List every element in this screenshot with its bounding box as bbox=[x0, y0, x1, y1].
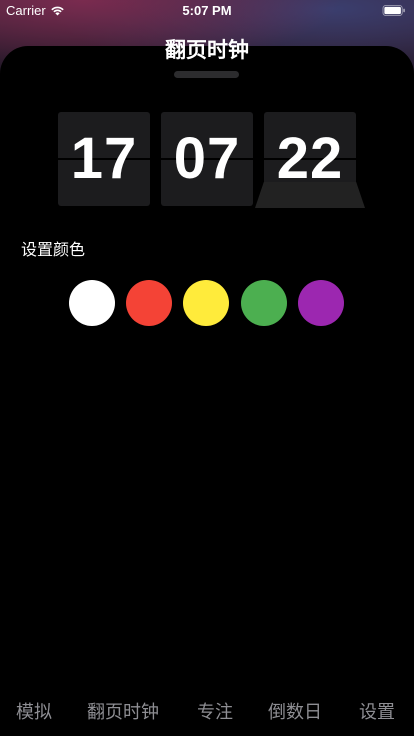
color-swatch-white[interactable] bbox=[69, 280, 115, 326]
sheet-grabber[interactable] bbox=[174, 71, 239, 78]
hours-digits: 17 bbox=[70, 126, 138, 191]
tab-analog[interactable]: 模拟 bbox=[16, 698, 52, 724]
status-bar: Carrier 5:07 PM bbox=[0, 0, 414, 22]
tab-flip-clock[interactable]: 翻页时钟 bbox=[87, 698, 159, 724]
minutes-digits: 07 bbox=[173, 126, 241, 191]
page-title: 翻页时钟 bbox=[165, 38, 249, 62]
flip-flap bbox=[255, 182, 365, 208]
tab-focus[interactable]: 专注 bbox=[197, 698, 233, 724]
tab-settings[interactable]: 设置 bbox=[359, 698, 395, 724]
color-swatch-purple[interactable] bbox=[298, 280, 344, 326]
app-screen: Carrier 5:07 PM 翻页时钟 17 07 22 设置颜色 模拟 翻页… bbox=[0, 0, 414, 736]
flip-seconds: 22 bbox=[255, 112, 365, 208]
color-swatch-red[interactable] bbox=[126, 280, 172, 326]
flip-minutes: 07 bbox=[161, 112, 253, 206]
color-swatch-yellow[interactable] bbox=[183, 280, 229, 326]
tab-bar: 模拟 翻页时钟 专注 倒数日 设置 bbox=[0, 698, 414, 728]
tab-countdown[interactable]: 倒数日 bbox=[268, 698, 322, 724]
battery-icon bbox=[382, 5, 405, 16]
status-time: 5:07 PM bbox=[182, 3, 232, 18]
flip-hours: 17 bbox=[58, 112, 150, 206]
color-swatch-green[interactable] bbox=[241, 280, 287, 326]
color-setting-label: 设置颜色 bbox=[21, 240, 86, 259]
